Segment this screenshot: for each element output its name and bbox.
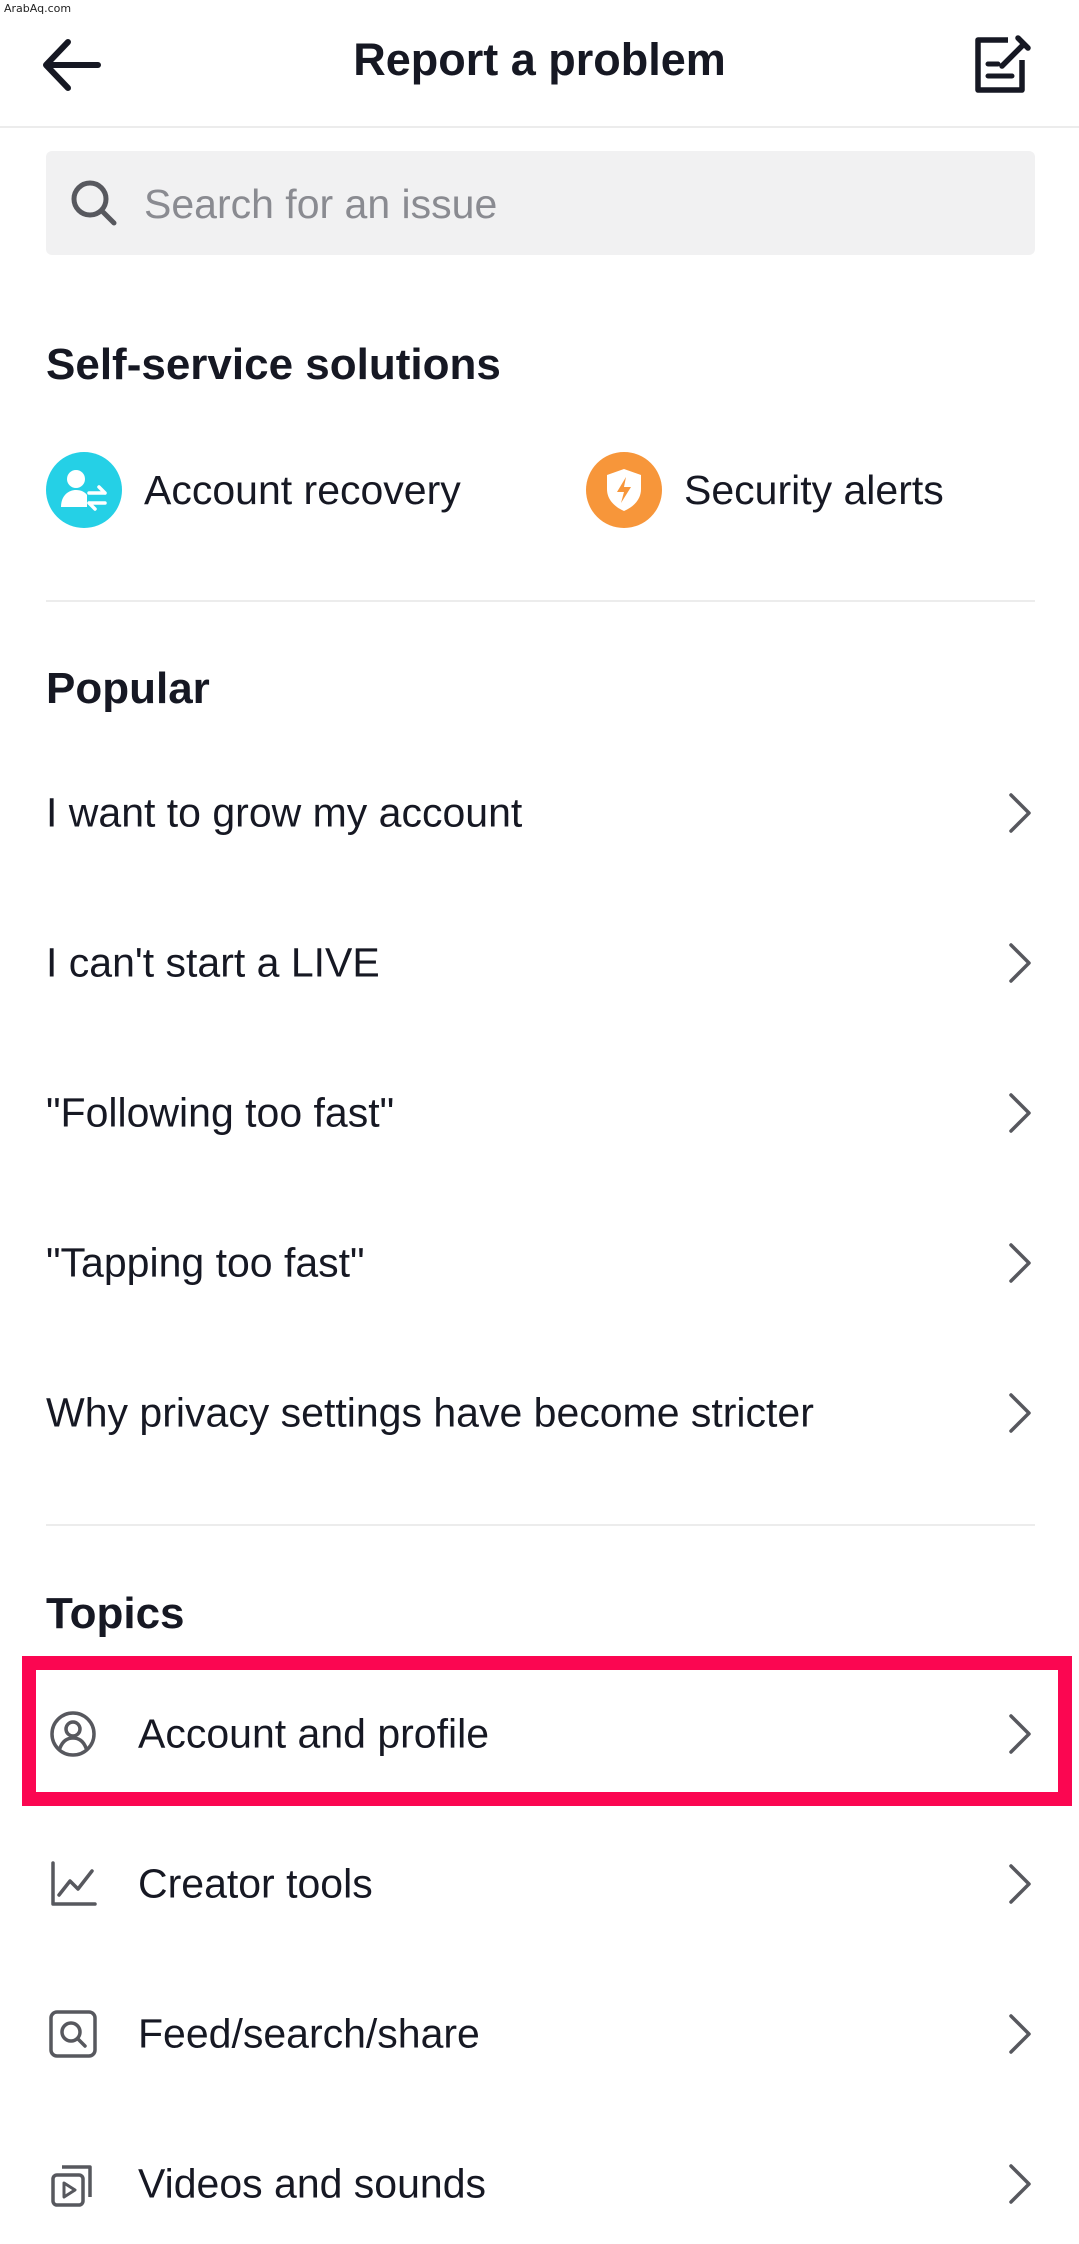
topic-videos-and-sounds[interactable]: Videos and sounds [0,2124,1079,2244]
account-recovery-button[interactable]: Account recovery [46,450,461,530]
search-input[interactable] [142,151,1006,257]
list-item-label: "Following too fast" [46,1089,395,1136]
video-stack-icon [51,2165,92,2207]
list-item-label: "Tapping too fast" [46,1239,365,1286]
list-item-label: I want to grow my account [46,789,523,836]
popular-item-privacy-settings[interactable]: Why privacy settings have become stricte… [0,1353,1079,1473]
line-chart-icon [51,1861,97,1906]
page-title: Report a problem [353,34,726,85]
popular-item-following-too-fast[interactable]: "Following too fast" [0,1053,1079,1173]
top-bar: Report a problem [0,0,1079,128]
person-circle-icon [50,1711,96,1757]
chevron-right-icon [1009,1093,1031,1133]
list-item-label: Why privacy settings have become stricte… [46,1389,814,1436]
topic-label: Feed/search/share [138,2010,480,2057]
divider [46,1524,1035,1526]
topic-account-and-profile[interactable]: Account and profile [0,1674,1079,1794]
edit-document-icon [975,35,1031,93]
topic-feed-search-share[interactable]: Feed/search/share [0,1974,1079,2094]
divider [46,600,1035,602]
security-shield-icon [586,452,662,528]
chevron-right-icon [1009,1714,1031,1754]
topic-label: Videos and sounds [138,2160,487,2207]
chevron-right-icon [1009,1393,1031,1433]
topic-label: Creator tools [138,1860,373,1907]
topic-label: Account and profile [138,1710,490,1757]
search-bar[interactable] [46,151,1035,257]
chevron-right-icon [1009,2164,1031,2204]
chevron-right-icon [1009,2014,1031,2054]
popular-item-cant-start-live[interactable]: I can't start a LIVE [0,903,1079,1023]
feedback-history-button[interactable] [968,30,1032,98]
topics-heading: Topics [46,1589,185,1638]
security-alerts-label: Security alerts [684,466,944,513]
security-alerts-button[interactable]: Security alerts [586,450,944,530]
chevron-right-icon [1009,1864,1031,1904]
chevron-right-icon [1009,943,1031,983]
popular-heading: Popular [46,664,210,713]
chevron-right-icon [1009,793,1031,833]
list-item-label: I can't start a LIVE [46,939,380,986]
self-service-heading: Self-service solutions [46,340,501,389]
chevron-right-icon [1009,1243,1031,1283]
account-recovery-icon [46,452,122,528]
popular-item-tapping-too-fast[interactable]: "Tapping too fast" [0,1203,1079,1323]
popular-item-grow-account[interactable]: I want to grow my account [0,753,1079,873]
topic-creator-tools[interactable]: Creator tools [0,1824,1079,1944]
search-box-icon [49,2010,97,2058]
search-icon [71,180,117,226]
account-recovery-label: Account recovery [144,466,461,513]
